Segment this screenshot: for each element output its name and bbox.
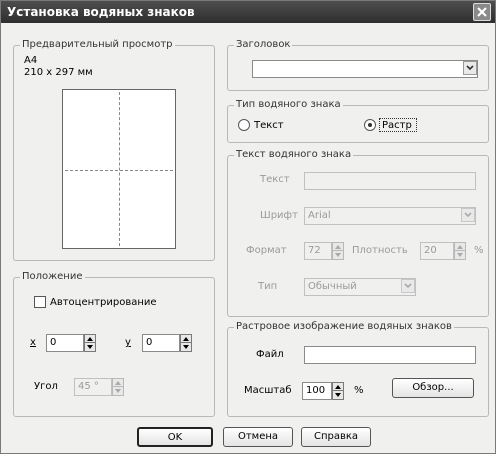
header-legend: Заголовок xyxy=(234,39,293,50)
spin-up-icon[interactable] xyxy=(181,335,191,343)
scale-input[interactable]: 100 xyxy=(302,382,332,400)
radio-text-label: Текст xyxy=(254,120,284,131)
header-dropdown-button[interactable] xyxy=(463,61,477,75)
size-input[interactable]: 72 xyxy=(304,242,332,260)
title-bar: Установка водяных знаков xyxy=(1,1,495,23)
x-spinner[interactable] xyxy=(84,334,96,352)
scale-percent: % xyxy=(354,385,364,396)
angle-input[interactable]: 45 ° xyxy=(74,378,112,396)
x-label: x xyxy=(30,337,36,348)
ok-button[interactable]: OK xyxy=(137,427,213,447)
help-button[interactable]: Справка xyxy=(301,427,371,447)
spin-up-icon[interactable] xyxy=(113,379,123,387)
autocenter-checkbox[interactable] xyxy=(34,296,46,308)
spin-up-icon[interactable] xyxy=(333,383,343,391)
x-input[interactable]: 0 xyxy=(46,334,84,352)
watermark-dialog: Установка водяных знаков Предварительный… xyxy=(0,0,496,454)
preview-page xyxy=(62,89,176,249)
browse-button[interactable]: Обзор... xyxy=(392,378,474,398)
y-label: y xyxy=(125,337,131,348)
dialog-title: Установка водяных знаков xyxy=(7,5,195,19)
header-select[interactable] xyxy=(252,60,478,78)
scale-label: Масштаб xyxy=(244,385,292,396)
close-icon xyxy=(477,7,487,17)
preview-group: Предварительный просмотр A4 210 x 297 мм xyxy=(13,39,215,261)
dropdown-arrow-icon xyxy=(404,283,412,289)
file-label: Файл xyxy=(256,349,284,360)
position-group: Положение Автоцентрирование x 0 y 0 Угол… xyxy=(13,271,215,417)
spin-down-icon[interactable] xyxy=(455,251,465,259)
preview-vertical-guide xyxy=(119,92,120,246)
scale-spinner[interactable] xyxy=(332,382,344,400)
dropdown-arrow-icon xyxy=(464,212,472,218)
watermark-type-group: Тип водяного знака Текст Растр xyxy=(227,99,489,143)
radio-selected-icon xyxy=(368,123,372,127)
paper-name: A4 xyxy=(24,55,38,66)
spin-down-icon[interactable] xyxy=(333,391,343,399)
watermark-type-legend: Тип водяного знака xyxy=(234,99,343,110)
type-label: Тип xyxy=(258,281,278,292)
density-label: Плотность xyxy=(352,245,408,256)
file-input[interactable] xyxy=(304,346,476,364)
preview-legend: Предварительный просмотр xyxy=(20,39,175,50)
spin-down-icon[interactable] xyxy=(181,343,191,351)
angle-label: Угол xyxy=(34,381,58,392)
text-label: Текст xyxy=(260,174,290,185)
raster-group: Растровое изображение водяных знаков Фай… xyxy=(227,321,489,417)
spin-down-icon[interactable] xyxy=(85,343,95,351)
density-input[interactable]: 20 xyxy=(420,242,454,260)
spin-down-icon[interactable] xyxy=(333,251,343,259)
type-dropdown-button[interactable] xyxy=(401,279,415,293)
angle-spinner[interactable] xyxy=(112,378,124,396)
close-button[interactable] xyxy=(473,3,491,21)
paper-size: 210 x 297 мм xyxy=(24,67,93,78)
header-group: Заголовок xyxy=(227,39,489,91)
position-legend: Положение xyxy=(20,271,85,282)
preview-horizontal-guide xyxy=(65,170,173,171)
density-percent: % xyxy=(474,245,484,256)
watermark-text-group: Текст водяного знака Текст Шрифт Arial Ф… xyxy=(227,149,489,317)
spin-up-icon[interactable] xyxy=(455,243,465,251)
raster-legend: Растровое изображение водяных знаков xyxy=(234,321,454,332)
spin-up-icon[interactable] xyxy=(333,243,343,251)
spin-down-icon[interactable] xyxy=(113,387,123,395)
size-label: Формат xyxy=(246,245,287,256)
radio-raster[interactable] xyxy=(364,119,376,131)
font-dropdown-button[interactable] xyxy=(461,208,475,222)
radio-raster-label: Растр xyxy=(382,120,412,131)
text-input[interactable] xyxy=(304,172,476,190)
size-spinner[interactable] xyxy=(332,242,344,260)
cancel-button[interactable]: Отмена xyxy=(223,427,293,447)
radio-text[interactable] xyxy=(238,119,250,131)
type-select[interactable]: Обычный xyxy=(304,278,416,296)
dropdown-arrow-icon xyxy=(466,65,474,71)
autocenter-label: Автоцентрирование xyxy=(50,297,157,308)
font-select[interactable]: Arial xyxy=(304,207,476,225)
y-input[interactable]: 0 xyxy=(142,334,180,352)
density-spinner[interactable] xyxy=(454,242,466,260)
watermark-text-legend: Текст водяного знака xyxy=(234,149,354,160)
font-label: Шрифт xyxy=(260,210,298,221)
spin-up-icon[interactable] xyxy=(85,335,95,343)
y-spinner[interactable] xyxy=(180,334,192,352)
